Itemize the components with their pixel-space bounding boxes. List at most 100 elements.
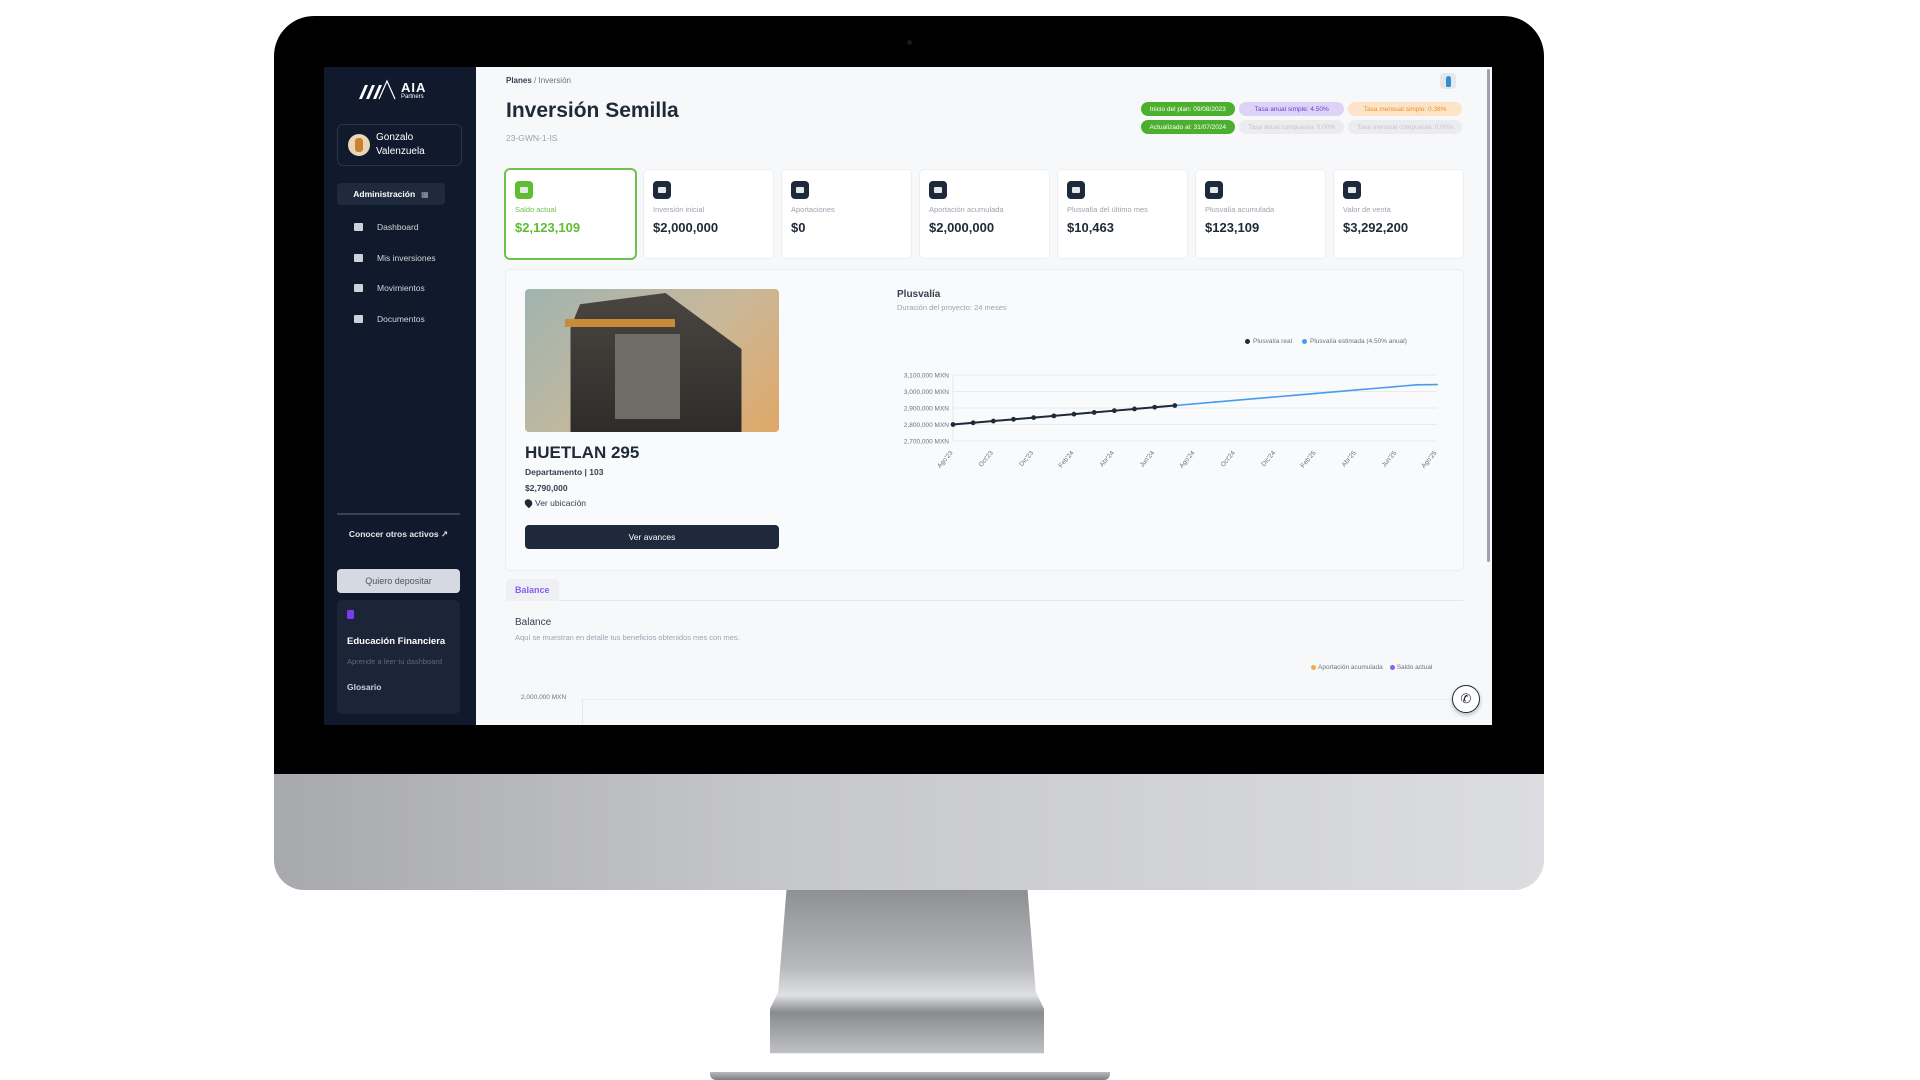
divider [337,513,460,515]
user-name: Gonzalo Valenzuela [376,132,425,157]
scrollbar[interactable] [1487,69,1490,562]
series-line-estimada [1174,383,1438,407]
data-point-estimada [1335,390,1338,393]
stat-card-plusvalia-acumulada[interactable]: Plusvalía acumulada $123,109 [1196,170,1325,258]
stat-card-inversion-inicial[interactable]: Inversión inicial $2,000,000 [644,170,773,258]
logo-mark-icon [359,79,396,100]
legend-item-aportacion[interactable]: Aportación acumulada [1311,664,1383,671]
data-point-estimada [1294,394,1297,397]
card-icon [1205,181,1223,199]
profile-avatar[interactable] [1440,73,1456,89]
other-assets-link[interactable]: Conocer otros activos ↗ [337,529,460,540]
project-type: Departamento | 103 [525,467,604,477]
legend-item-saldo[interactable]: Saldo actual [1389,664,1432,671]
data-point-real [1172,403,1178,408]
y-tick-label: 3,000,000 MXN [904,389,949,396]
x-tick-label: Feb'25 [1300,449,1318,469]
section-administracion[interactable]: Administración ▦ [337,183,445,205]
glossary-link[interactable]: Glosario [347,682,450,692]
stat-value: $2,000,000 [929,220,995,235]
badge-annual-simple-rate: Tasa anual simple: 4.50% [1239,102,1345,116]
balance-legend: Aportación acumulada Saldo actual [1311,664,1432,671]
section-label: Administración [353,189,416,199]
project-price: $2,790,000 [525,483,568,493]
project-name: HUETLAN 295 [525,443,640,462]
data-point-estimada [1355,389,1358,391]
stat-value: $3,292,200 [1343,220,1409,235]
data-point-estimada [1274,395,1277,398]
sidebar-item-mis-inversiones[interactable]: Mis inversiones [354,243,436,274]
badge-monthly-simple-rate: Tasa mensual simple: 0.38% [1348,102,1462,116]
stats-row: Saldo actual $2,123,109 Inversión inicia… [506,170,1463,258]
y-tick-label: 2,800,000 MXN [904,422,949,429]
x-tick-label: Ago'23 [936,449,954,469]
document-icon [347,610,354,619]
logo-sub: Partners [401,93,424,100]
legend-item-real[interactable]: Plusvalía real [1245,338,1292,345]
y-tick-label: 3,100,000 MXN [904,373,949,380]
breadcrumb: Planes / Inversión [506,76,571,85]
other-assets-label: Conocer otros activos [348,529,439,539]
stat-label: Inversión inicial [653,205,705,214]
tab-bar: Balance [506,579,1463,601]
sidebar-item-dashboard[interactable]: Dashboard [354,212,436,243]
project-image [525,289,779,432]
sidebar-item-movimientos[interactable]: Movimientos [354,273,436,304]
grid-icon: ▦ [421,189,429,199]
legend-item-estimada[interactable]: Plusvalía estimada (4.50% anual) [1302,338,1407,345]
education-subtitle: Aprende a leer tu dashboard [347,657,443,666]
x-tick-label: Dic'23 [1018,449,1035,467]
card-icon [1067,181,1085,199]
x-tick-label: Ago'24 [1178,449,1196,469]
stat-value: $123,109 [1205,220,1260,235]
map-pin-icon [523,497,534,509]
sidebar-item-documentos[interactable]: Documentos [354,304,436,335]
monitor-chin [274,774,1544,890]
card-icon [653,181,671,199]
x-tick-label: Jun'24 [1139,449,1157,468]
sidebar-item-label: Mis inversiones [377,252,436,263]
view-progress-button[interactable]: Ver avances [525,525,779,549]
user-card[interactable]: Gonzalo Valenzuela [337,124,462,166]
data-point-real [950,422,956,427]
data-point-estimada [1234,399,1237,402]
project-panel: HUETLAN 295 Departamento | 103 $2,790,00… [506,270,1463,570]
stat-card-saldo-actual[interactable]: Saldo actual $2,123,109 [506,170,635,258]
stat-label: Saldo actual [515,205,557,214]
stat-card-aportacion-acumulada[interactable]: Aportación acumulada $2,000,000 [920,170,1049,258]
data-point-real [1132,406,1137,412]
logo[interactable]: AIA Partners [357,79,426,101]
data-point-real [1051,413,1057,419]
stat-card-aportaciones[interactable]: Aportaciones $0 [782,170,911,258]
location-link[interactable]: Ver ubicación [523,497,586,509]
plan-badges: Inicio del plan: 09/08/2023 Tasa anual s… [1140,102,1462,134]
badge-start-date: Inicio del plan: 09/08/2023 [1140,102,1236,116]
badge-updated-date: Actualizado al: 31/07/2024 [1140,120,1236,134]
stat-label: Plusvalía del último mes [1067,205,1148,214]
sidebar: AIA Partners Gonzalo Valenzuela Administ… [324,67,476,725]
stat-value: $10,463 [1067,220,1114,235]
breadcrumb-separator: / [534,76,537,85]
sidebar-item-label: Documentos [377,313,425,324]
stat-card-plusvalia-ultimo-mes[interactable]: Plusvalía del último mes $10,463 [1058,170,1187,258]
chart-icon [354,253,363,262]
logo-main: AIA [401,79,427,95]
breadcrumb-root[interactable]: Planes [506,76,532,85]
data-point-real [970,420,976,426]
whatsapp-button[interactable]: ✆ [1452,685,1480,713]
education-card[interactable]: Educación Financiera Aprende a leer tu d… [337,600,460,714]
balance-title: Balance [515,617,552,628]
stat-label: Aportaciones [791,205,835,214]
data-point-estimada [1315,392,1317,395]
tab-balance[interactable]: Balance [506,579,559,601]
stat-label: Aportación acumulada [929,205,1004,214]
page-title: Inversión Semilla [506,99,679,122]
data-point-real [1071,411,1077,417]
data-point-real [990,418,996,424]
sidebar-nav: Dashboard Mis inversiones Movimientos Do… [354,212,436,334]
data-point-estimada [1375,387,1378,390]
deposit-button[interactable]: Quiero depositar [337,569,460,593]
chart-title: Plusvalía [897,289,941,300]
stat-card-valor-venta[interactable]: Valor de venta $3,292,200 [1334,170,1463,258]
x-tick-label: Feb'24 [1058,449,1076,469]
